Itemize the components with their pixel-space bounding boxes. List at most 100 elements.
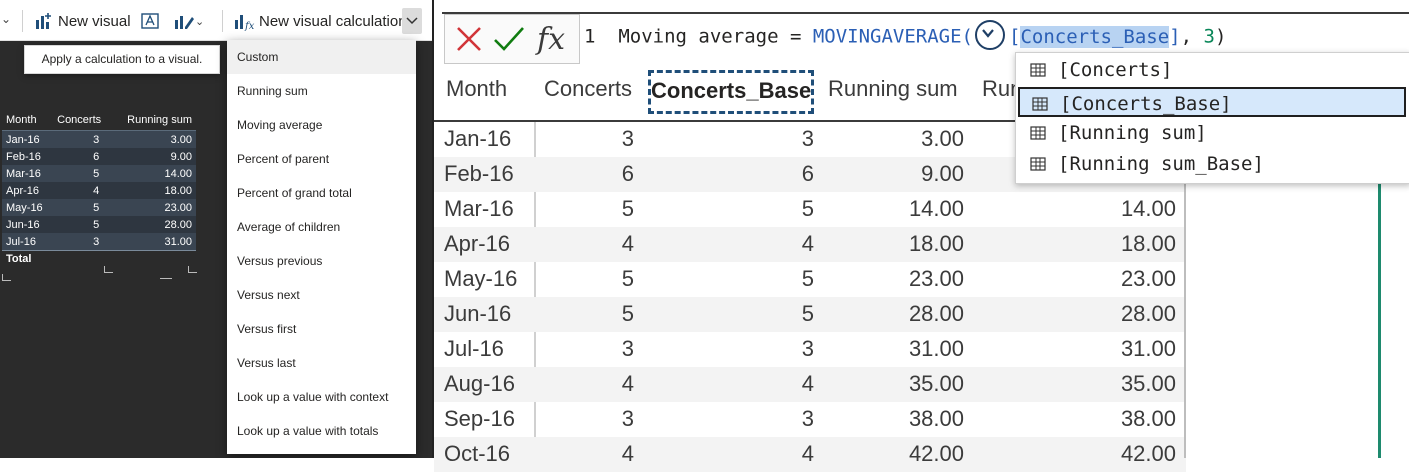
table-cell: 38.00	[908, 406, 964, 431]
formula-argument: 3	[1203, 25, 1215, 48]
total-label: Total	[2, 250, 54, 267]
autocomplete-list: [Concerts] [Concerts_Base] [Running sum]…	[1015, 52, 1409, 184]
table-cell: 42.00	[908, 441, 964, 466]
left-pane: ⌄ New visual ⌄ fx New visual calculation…	[0, 0, 432, 458]
table-visual[interactable]: Month Concerts Running sum Jan-16 3 3.00 F…	[2, 110, 198, 281]
table-row: Aug-16 4 4 35.00 35.00	[434, 367, 1186, 402]
table-cell: 31.00	[1120, 336, 1176, 361]
table-cell: Sep-16	[444, 406, 515, 431]
column-header-month[interactable]: Month	[446, 76, 507, 102]
resize-handle[interactable]	[160, 272, 172, 279]
table-cell: 18.00	[1120, 231, 1176, 256]
resize-handle[interactable]	[2, 274, 11, 281]
menu-item-percent-of-parent[interactable]: Percent of parent	[227, 142, 416, 176]
table-row: Jan-16 3 3.00	[2, 130, 196, 148]
table-cell: 23.00	[908, 266, 964, 291]
accent-border	[1378, 180, 1381, 458]
visual-calculation-menu: Custom Running sum Moving average Percen…	[227, 40, 416, 454]
table-cell: 4	[801, 371, 814, 396]
menu-item-lookup-context[interactable]: Look up a value with context	[227, 380, 416, 414]
table-cell: 31.00	[908, 336, 964, 361]
autocomplete-item-selected[interactable]: [Concerts_Base]	[1018, 87, 1406, 117]
table-cell: 31.00	[112, 233, 196, 251]
column-header-concerts[interactable]: Concerts	[544, 76, 632, 102]
table-cell: 3	[621, 336, 634, 361]
function-fx-icon[interactable]: fx	[535, 21, 573, 57]
svg-text:fx: fx	[244, 21, 255, 31]
table-cell: Feb-16	[2, 148, 54, 165]
table-cell: 4	[621, 231, 634, 256]
table-column-icon	[1032, 97, 1048, 111]
column-header-running-sum[interactable]: Running sum	[828, 76, 958, 102]
formula-editor[interactable]: 1 Moving average = MOVINGAVERAGE([Concer…	[584, 20, 1227, 52]
menu-item-running-sum[interactable]: Running sum	[227, 74, 416, 108]
column-header[interactable]: Running sum	[112, 110, 196, 131]
chevron-down-icon[interactable]: ⌄	[1, 12, 11, 26]
table-cell: 38.00	[1120, 406, 1176, 431]
formula-close: )	[1214, 25, 1227, 48]
table-cell: Jul-16	[2, 233, 54, 251]
parameter-info-icon[interactable]	[974, 20, 1005, 50]
table-cell: 4	[801, 231, 814, 256]
table-cell: 5	[53, 199, 113, 216]
new-visual-button[interactable]: New visual	[34, 10, 131, 32]
menu-item-moving-average[interactable]: Moving average	[227, 108, 416, 142]
new-visual-calculation-button[interactable]: fx New visual calculation	[233, 10, 407, 32]
menu-item-custom[interactable]: Custom	[227, 40, 416, 74]
resize-handle[interactable]	[188, 266, 197, 273]
table-cell: 4	[621, 441, 634, 466]
ribbon-toolbar: ⌄ New visual ⌄ fx New visual calculation	[0, 0, 432, 41]
table-cell: 23.00	[1120, 266, 1176, 291]
table-row: Jul-16 3 3 31.00 31.00	[434, 332, 1186, 367]
table-cell: 6	[53, 148, 113, 165]
menu-item-average-of-children[interactable]: Average of children	[227, 210, 416, 244]
table-cell: 3	[621, 406, 634, 431]
table-cell: 4	[53, 182, 113, 199]
selected-column-reference: Concerts_Base	[1020, 25, 1170, 48]
column-header[interactable]: Month	[2, 110, 54, 131]
table-cell: Jun-16	[2, 216, 54, 233]
table-cell: 5	[621, 301, 634, 326]
new-visual-calculation-dropdown[interactable]	[402, 8, 422, 34]
table-cell: 9.00	[112, 148, 196, 165]
cancel-icon[interactable]	[455, 25, 483, 53]
table-row: Mar-16 5 14.00	[2, 165, 196, 182]
column-header-concerts-base[interactable]: Concerts_Base	[648, 70, 814, 114]
chevron-down-icon	[406, 17, 418, 25]
table-cell: Jan-16	[2, 130, 54, 148]
column-header[interactable]: Concerts	[53, 110, 113, 131]
commit-check-icon[interactable]	[493, 25, 525, 53]
table-cell: Aug-16	[444, 371, 515, 396]
menu-item-versus-last[interactable]: Versus last	[227, 346, 416, 380]
table-cell: 6	[801, 161, 814, 186]
menu-item-versus-first[interactable]: Versus first	[227, 312, 416, 346]
autocomplete-item[interactable]: [Running sum_Base]	[1018, 149, 1406, 179]
table-cell: 14.00	[1120, 196, 1176, 221]
table-row: Oct-16 4 4 42.00 42.00	[434, 437, 1186, 472]
table-cell: 28.00	[112, 216, 196, 233]
menu-item-lookup-totals[interactable]: Look up a value with totals	[227, 414, 416, 448]
more-visuals-button[interactable]: ⌄	[173, 10, 204, 32]
formula-separator: ,	[1180, 25, 1204, 48]
table-cell: May-16	[2, 199, 54, 216]
table-cell: 3	[801, 406, 814, 431]
menu-item-percent-of-grand-total[interactable]: Percent of grand total	[227, 176, 416, 210]
table-cell: Mar-16	[444, 196, 514, 221]
autocomplete-item[interactable]: [Concerts]	[1018, 55, 1406, 85]
table-row: Jun-16 5 28.00	[2, 216, 196, 233]
bracket-open: [	[1008, 25, 1021, 48]
text-box-button[interactable]	[140, 10, 160, 32]
autocomplete-item[interactable]: [Running sum]	[1018, 118, 1406, 148]
formula-buttons: fx	[444, 14, 580, 64]
menu-item-versus-previous[interactable]: Versus previous	[227, 244, 416, 278]
table-cell: 42.00	[1120, 441, 1176, 466]
resize-handle[interactable]	[104, 266, 113, 273]
table-row: Jun-16 5 5 28.00 28.00	[434, 297, 1186, 332]
menu-item-versus-next[interactable]: Versus next	[227, 278, 416, 312]
table-cell: 5	[801, 301, 814, 326]
table-cell: 35.00	[1120, 371, 1176, 396]
mini-table: Month Concerts Running sum Jan-16 3 3.00 F…	[2, 110, 196, 267]
table-cell: 23.00	[112, 199, 196, 216]
ribbon-separator	[22, 10, 23, 32]
table-cell: 14.00	[908, 196, 964, 221]
